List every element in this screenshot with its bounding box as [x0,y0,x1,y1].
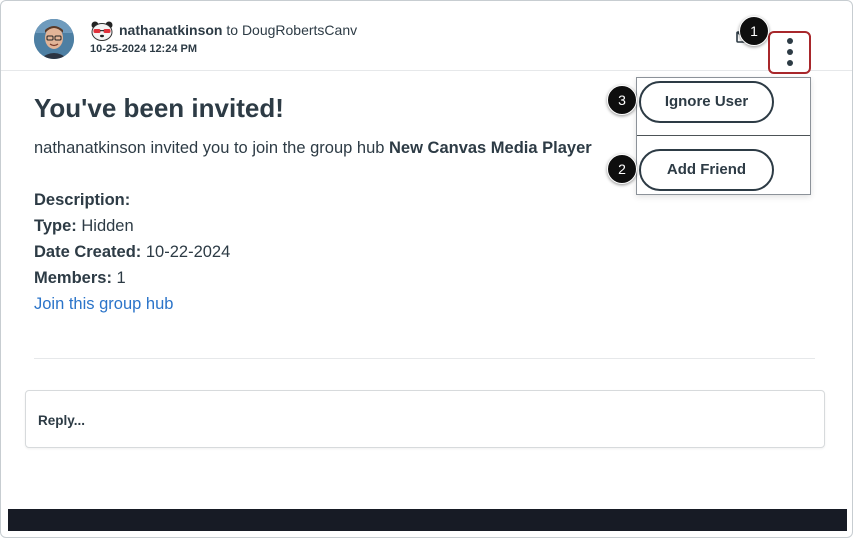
reply-placeholder: Reply... [38,413,86,428]
join-group-hub-link[interactable]: Join this group hub [34,295,173,314]
ignore-user-button[interactable]: Ignore User [639,81,774,123]
options-kebab-button[interactable] [768,31,811,74]
invite-sentence: nathanatkinson invited you to join the g… [34,139,390,157]
detail-description: Description: [34,191,130,210]
message-timestamp: 10-25-2024 12:24 PM [90,43,198,55]
detail-label: Date Created: [34,243,142,261]
recipient-name[interactable]: DougRobertsCanv [242,22,357,38]
detail-type: Type: Hidden [34,217,134,236]
author-line: nathanatkinson to DougRobertsCanv [119,22,357,38]
user-avatar-icon[interactable] [34,19,74,59]
panda-rank-icon [90,21,114,41]
group-name: New Canvas Media Player [389,139,592,157]
kebab-dot-icon [787,49,793,55]
options-dropdown-menu: Ignore User Add Friend [636,77,811,195]
author-name[interactable]: nathanatkinson [119,22,222,38]
detail-value: 1 [111,269,126,287]
menu-separator [637,135,810,136]
callout-badge-1: 1 [739,16,769,46]
content-divider [34,358,815,359]
detail-label: Members: [34,269,112,287]
to-word: to [226,22,239,38]
kebab-dot-icon [787,38,793,44]
detail-date-created: Date Created: 10-22-2024 [34,243,230,262]
invite-text: nathanatkinson invited you to join the g… [34,139,644,158]
callout-badge-2: 2 [607,154,637,184]
kebab-dot-icon [787,60,793,66]
callout-badge-3: 3 [607,85,637,115]
message-header: nathanatkinson to DougRobertsCanv 10-25-… [1,1,852,74]
detail-members: Members: 1 [34,269,126,288]
detail-value: Hidden [76,217,134,235]
add-friend-button[interactable]: Add Friend [639,149,774,191]
message-title: You've been invited! [34,93,284,123]
detail-value: 10-22-2024 [141,243,231,261]
reply-input[interactable]: Reply... [25,390,825,448]
detail-label: Type: [34,217,77,235]
detail-label: Description: [34,191,131,209]
footer-bar [8,509,847,531]
